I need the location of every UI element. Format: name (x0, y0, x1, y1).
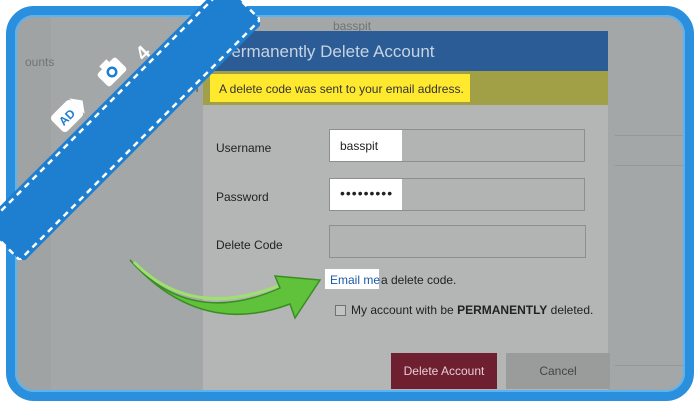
password-field[interactable]: ••••••••• (329, 178, 585, 211)
bg-divider (615, 165, 685, 166)
username-field[interactable]: basspit (329, 129, 585, 162)
modal-header: Permanently Delete Account (203, 31, 608, 71)
email-me-text: a delete code. (381, 273, 457, 287)
checkbox-label-suffix: deleted. (550, 303, 594, 317)
checkbox-label-prefix: My account with be (351, 303, 454, 317)
checkbox-label: My account with be PERMANENTLY deleted. (351, 303, 593, 317)
delete-account-modal: Permanently Delete Account A delete code… (203, 31, 610, 392)
delete-code-field[interactable] (329, 225, 586, 258)
checkbox-label-bold: PERMANENTLY (457, 303, 548, 317)
green-arrow-icon (129, 259, 322, 320)
cancel-button[interactable]: Cancel (506, 353, 610, 389)
delete-account-button[interactable]: Delete Account (391, 353, 497, 389)
step-badge: AD 4 (0, 0, 260, 260)
badge-ribbon (0, 0, 260, 260)
password-value: ••••••••• (340, 185, 394, 201)
bg-divider (615, 365, 685, 366)
alert-banner: A delete code was sent to your email add… (203, 71, 608, 105)
username-value: basspit (340, 139, 379, 153)
bg-divider (615, 135, 685, 136)
camera-icon (97, 57, 127, 87)
